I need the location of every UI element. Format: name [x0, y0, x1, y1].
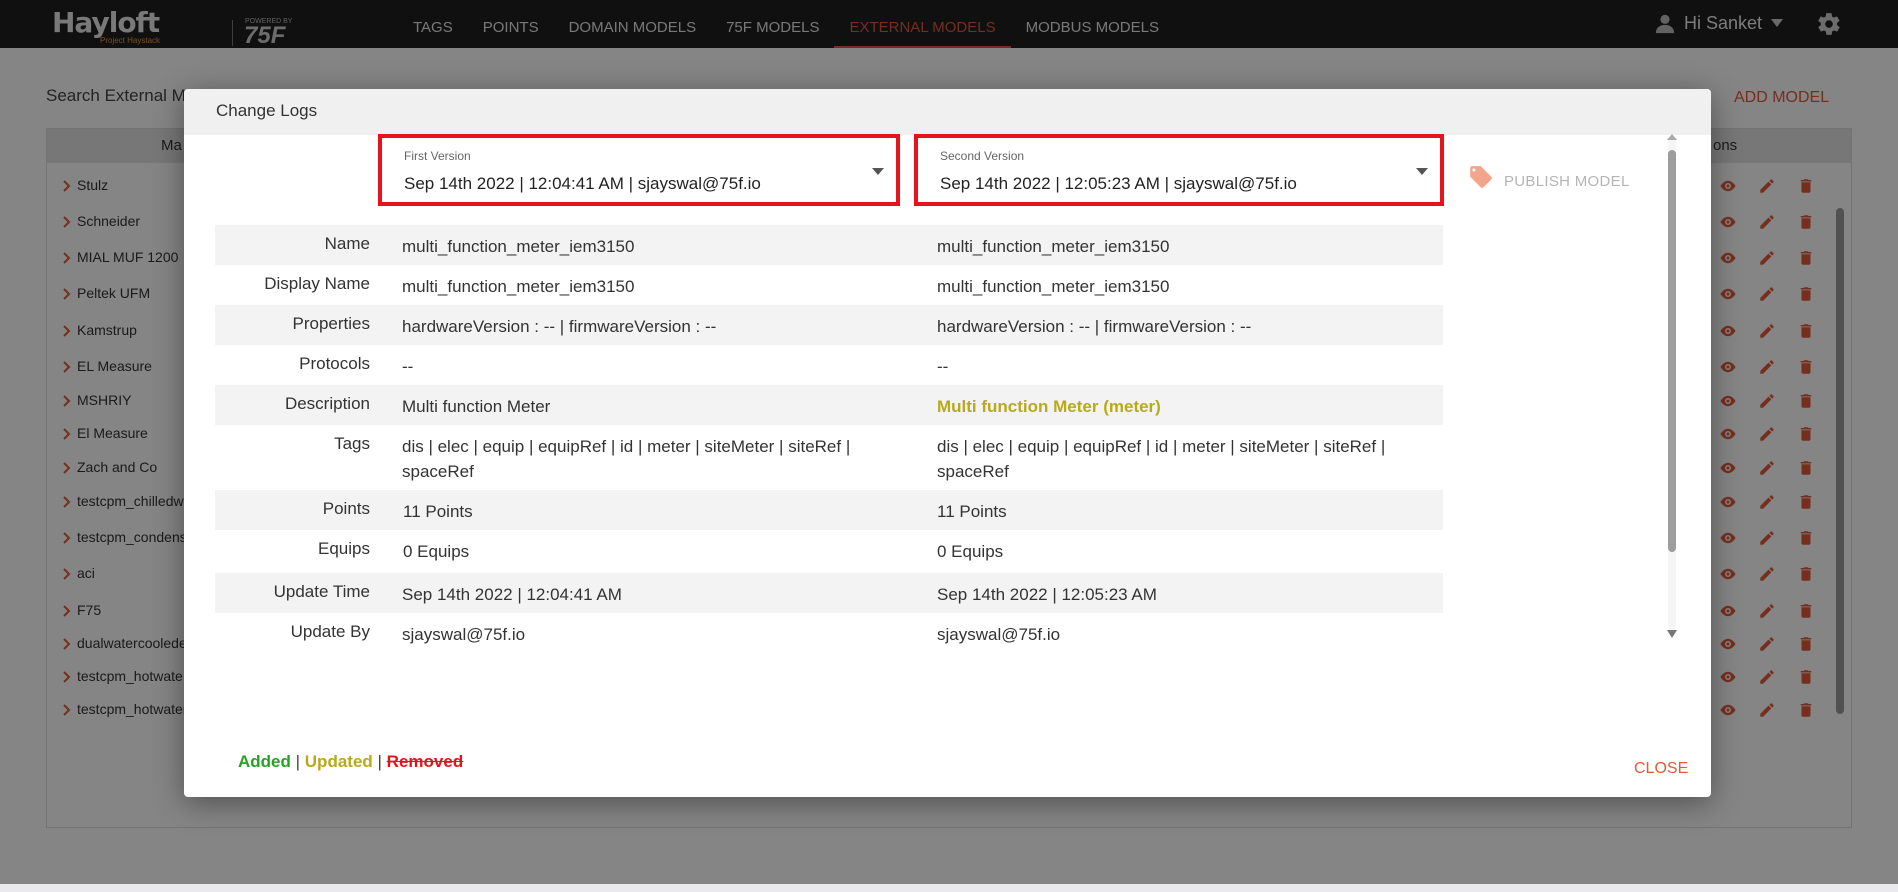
field-label: Update By	[290, 622, 370, 641]
first-version-field-value: --	[402, 357, 414, 376]
field-label: Name	[324, 234, 370, 253]
legend-separator: |	[377, 752, 382, 771]
legend-separator: |	[295, 752, 301, 771]
publish-model-button[interactable]: PUBLISH MODEL	[1468, 164, 1630, 190]
second-version-field-value: Multi function Meter (meter)	[937, 397, 1161, 416]
field-row-description: Description Multi function Meter Multi fun…	[215, 385, 1443, 425]
field-row-properties: Properties hardwareVersion : -- | firmwar…	[215, 305, 1443, 345]
legend-updated: Updated	[304, 752, 373, 771]
close-button[interactable]: CLOSE	[1634, 760, 1688, 778]
second-version-field-value: Sep 14th 2022 | 12:05:23 AM	[937, 585, 1157, 604]
field-label: Update Time	[273, 582, 370, 601]
first-version-value: Sep 14th 2022 | 12:04:41 AM | sjayswal@7…	[404, 174, 761, 193]
modal-title: Change Logs	[216, 101, 318, 120]
second-version-field-value: multi_function_meter_iem3150	[937, 277, 1170, 296]
dropdown-caret-icon	[872, 168, 884, 175]
first-version-field-value: hardwareVersion : -- | firmwareVersion :…	[402, 317, 717, 336]
first-version-label: First Version	[404, 149, 471, 163]
field-label: Protocols	[299, 354, 370, 373]
second-version-field-value: hardwareVersion : -- | firmwareVersion :…	[937, 317, 1252, 336]
first-version-field-value: sjayswal@75f.io	[402, 625, 526, 644]
field-row-update-time: Update Time Sep 14th 2022 | 12:04:41 AM Se…	[215, 573, 1443, 613]
scroll-down-arrow-icon[interactable]	[1667, 630, 1677, 638]
field-label: Equips	[318, 539, 370, 558]
field-label: Description	[284, 394, 370, 413]
field-row-protocols: Protocols -- --	[215, 345, 1443, 385]
legend-removed: Removed	[386, 752, 464, 771]
second-version-field-value: sjayswal@75f.io	[937, 625, 1061, 644]
field-row-equips: Equips 0 Equips 0 Equips	[215, 530, 1443, 573]
first-version-field-value: 0 Equips	[403, 542, 470, 561]
second-version-field-value: dis | elec | equip | equipRef | id | met…	[937, 437, 1386, 481]
second-version-value: Sep 14th 2022 | 12:05:23 AM | sjayswal@7…	[940, 174, 1297, 193]
first-version-field-value: 11 Points	[403, 502, 473, 521]
second-version-field-value: 0 Equips	[937, 542, 1004, 561]
modal-scrollbar-thumb[interactable]	[1668, 150, 1676, 552]
field-label: Points	[322, 499, 370, 518]
field-row-update-by: Update By sjayswal@75f.io sjayswal@75f.io	[215, 613, 1443, 653]
first-version-field-value: Multi function Meter	[402, 397, 551, 416]
second-version-select[interactable]: Second Version Sep 14th 2022 | 12:05:23 …	[914, 134, 1444, 206]
window-bottom-strip	[0, 884, 1898, 892]
change-legend: Added | Updated | Removed	[238, 752, 463, 772]
field-row-display-name: Display Name multi_function_meter_iem3150…	[215, 265, 1443, 305]
publish-model-label: PUBLISH MODEL	[1504, 172, 1630, 190]
first-version-field-value: Sep 14th 2022 | 12:04:41 AM	[402, 585, 622, 604]
second-version-label: Second Version	[940, 149, 1025, 163]
second-version-field-value: 11 Points	[937, 502, 1007, 521]
second-version-field-value: --	[937, 357, 949, 376]
first-version-field-value: dis | elec | equip | equipRef | id | met…	[402, 437, 851, 481]
first-version-field-value: multi_function_meter_iem3150	[402, 237, 635, 256]
field-row-name: Name multi_function_meter_iem3150 multi_fu…	[215, 225, 1443, 265]
dropdown-caret-icon	[1416, 168, 1428, 175]
first-version-field-value: multi_function_meter_iem3150	[402, 277, 635, 296]
legend-added: Added	[238, 752, 291, 771]
first-version-select[interactable]: First Version Sep 14th 2022 | 12:04:41 A…	[378, 134, 900, 206]
field-row-points: Points 11 Points 11 Points	[215, 490, 1443, 530]
modal-header: Change Logs	[184, 89, 1711, 135]
scroll-up-arrow-icon[interactable]	[1667, 134, 1677, 140]
field-label: Display Name	[264, 274, 370, 293]
tag-icon	[1470, 166, 1492, 188]
field-label: Tags	[334, 434, 370, 453]
second-version-field-value: multi_function_meter_iem3150	[937, 237, 1170, 256]
field-label: Properties	[292, 314, 370, 333]
field-row-tags: Tags dis | elec | equip | equipRef | id |…	[215, 425, 1443, 490]
